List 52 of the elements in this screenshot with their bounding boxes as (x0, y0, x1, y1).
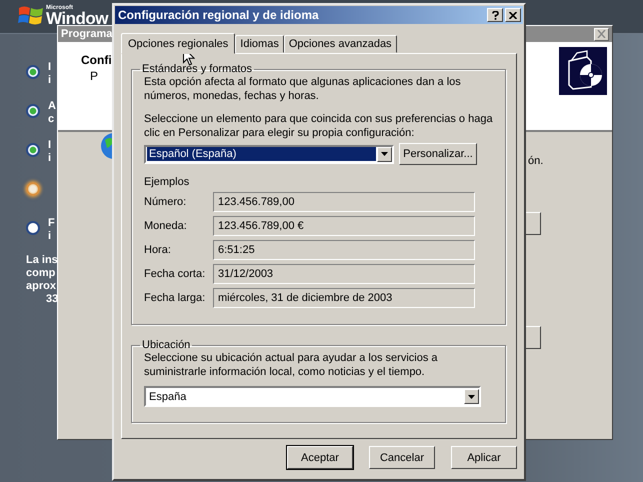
group-legend: Estándares y formatos (140, 63, 254, 75)
dialog-title: Configuración regional y de idioma (118, 8, 319, 22)
close-button[interactable] (594, 28, 609, 40)
customize-button[interactable]: Personalizar... (399, 143, 477, 165)
windows-flag-icon (18, 5, 44, 27)
example-value-field: 123.456.789,00 (213, 192, 475, 212)
example-value-field: 6:51:25 (213, 240, 475, 260)
tab[interactable]: Opciones avanzadas (284, 35, 397, 53)
format-dropdown[interactable]: Español (España) (144, 144, 394, 164)
dropdown-value: España (148, 390, 188, 404)
example-label: Número: (144, 196, 188, 208)
dialog-button[interactable]: Cancelar (369, 446, 435, 469)
step-label: I (48, 139, 52, 152)
tab[interactable]: Idiomas (235, 35, 284, 53)
example-label: Fecha corta: (144, 268, 206, 280)
setup-window-title: Programa (61, 28, 112, 40)
example-label: Fecha larga: (144, 292, 206, 304)
step-label: F (48, 217, 55, 230)
example-value-field: miércoles, 31 de diciembre de 2003 (213, 288, 475, 308)
close-button[interactable] (505, 8, 521, 22)
step-label: A (48, 100, 56, 113)
step-label: I (48, 61, 52, 74)
description-text: Esta opción afecta al formato que algunas aplicaciones dan a los números, monedas, fechas y horas. (144, 75, 462, 103)
step-label: c (48, 113, 54, 126)
location-dropdown[interactable]: España (144, 386, 481, 407)
header-subtitle: P (90, 69, 98, 83)
header-title: Confi (81, 53, 112, 67)
help-button[interactable] (487, 8, 503, 22)
example-label: Hora: (144, 244, 172, 256)
step-label: i (48, 230, 52, 243)
examples-heading: Ejemplos (144, 176, 190, 188)
step-label: i (48, 74, 52, 87)
example-value-field: 31/12/2003 (213, 264, 475, 284)
close-icon (597, 30, 606, 38)
dialog-button[interactable]: Aplicar (451, 446, 517, 469)
software-box-cd-icon (559, 47, 607, 95)
step-label: i (48, 152, 52, 165)
group-legend: Ubicación (140, 339, 192, 351)
help-icon (492, 10, 498, 20)
logo-product-text: Window (46, 10, 108, 27)
dialog-button[interactable]: Aceptar (287, 446, 353, 469)
time-note-text: comp (26, 267, 56, 280)
example-label: Moneda: (144, 220, 188, 232)
example-value-field: 123.456.789,00 € (213, 216, 475, 236)
time-note-text: aprox (26, 280, 56, 293)
location-description-text: Seleccione su ubicación actual para ayudar a los servicios a suministrarle información local, como noticias y el tiempo. (144, 351, 438, 379)
instruction-text: Seleccione un elemento para que coincida con sus preferencias o haga clic en Personalizar para elegir su propia configuración: (144, 112, 494, 140)
dropdown-value: Español (España) (147, 147, 376, 161)
tab[interactable]: Opciones regionales (121, 33, 236, 54)
time-note-text: La ins (26, 254, 58, 267)
setup-description-text: ón. (528, 155, 544, 167)
close-icon (509, 12, 517, 18)
